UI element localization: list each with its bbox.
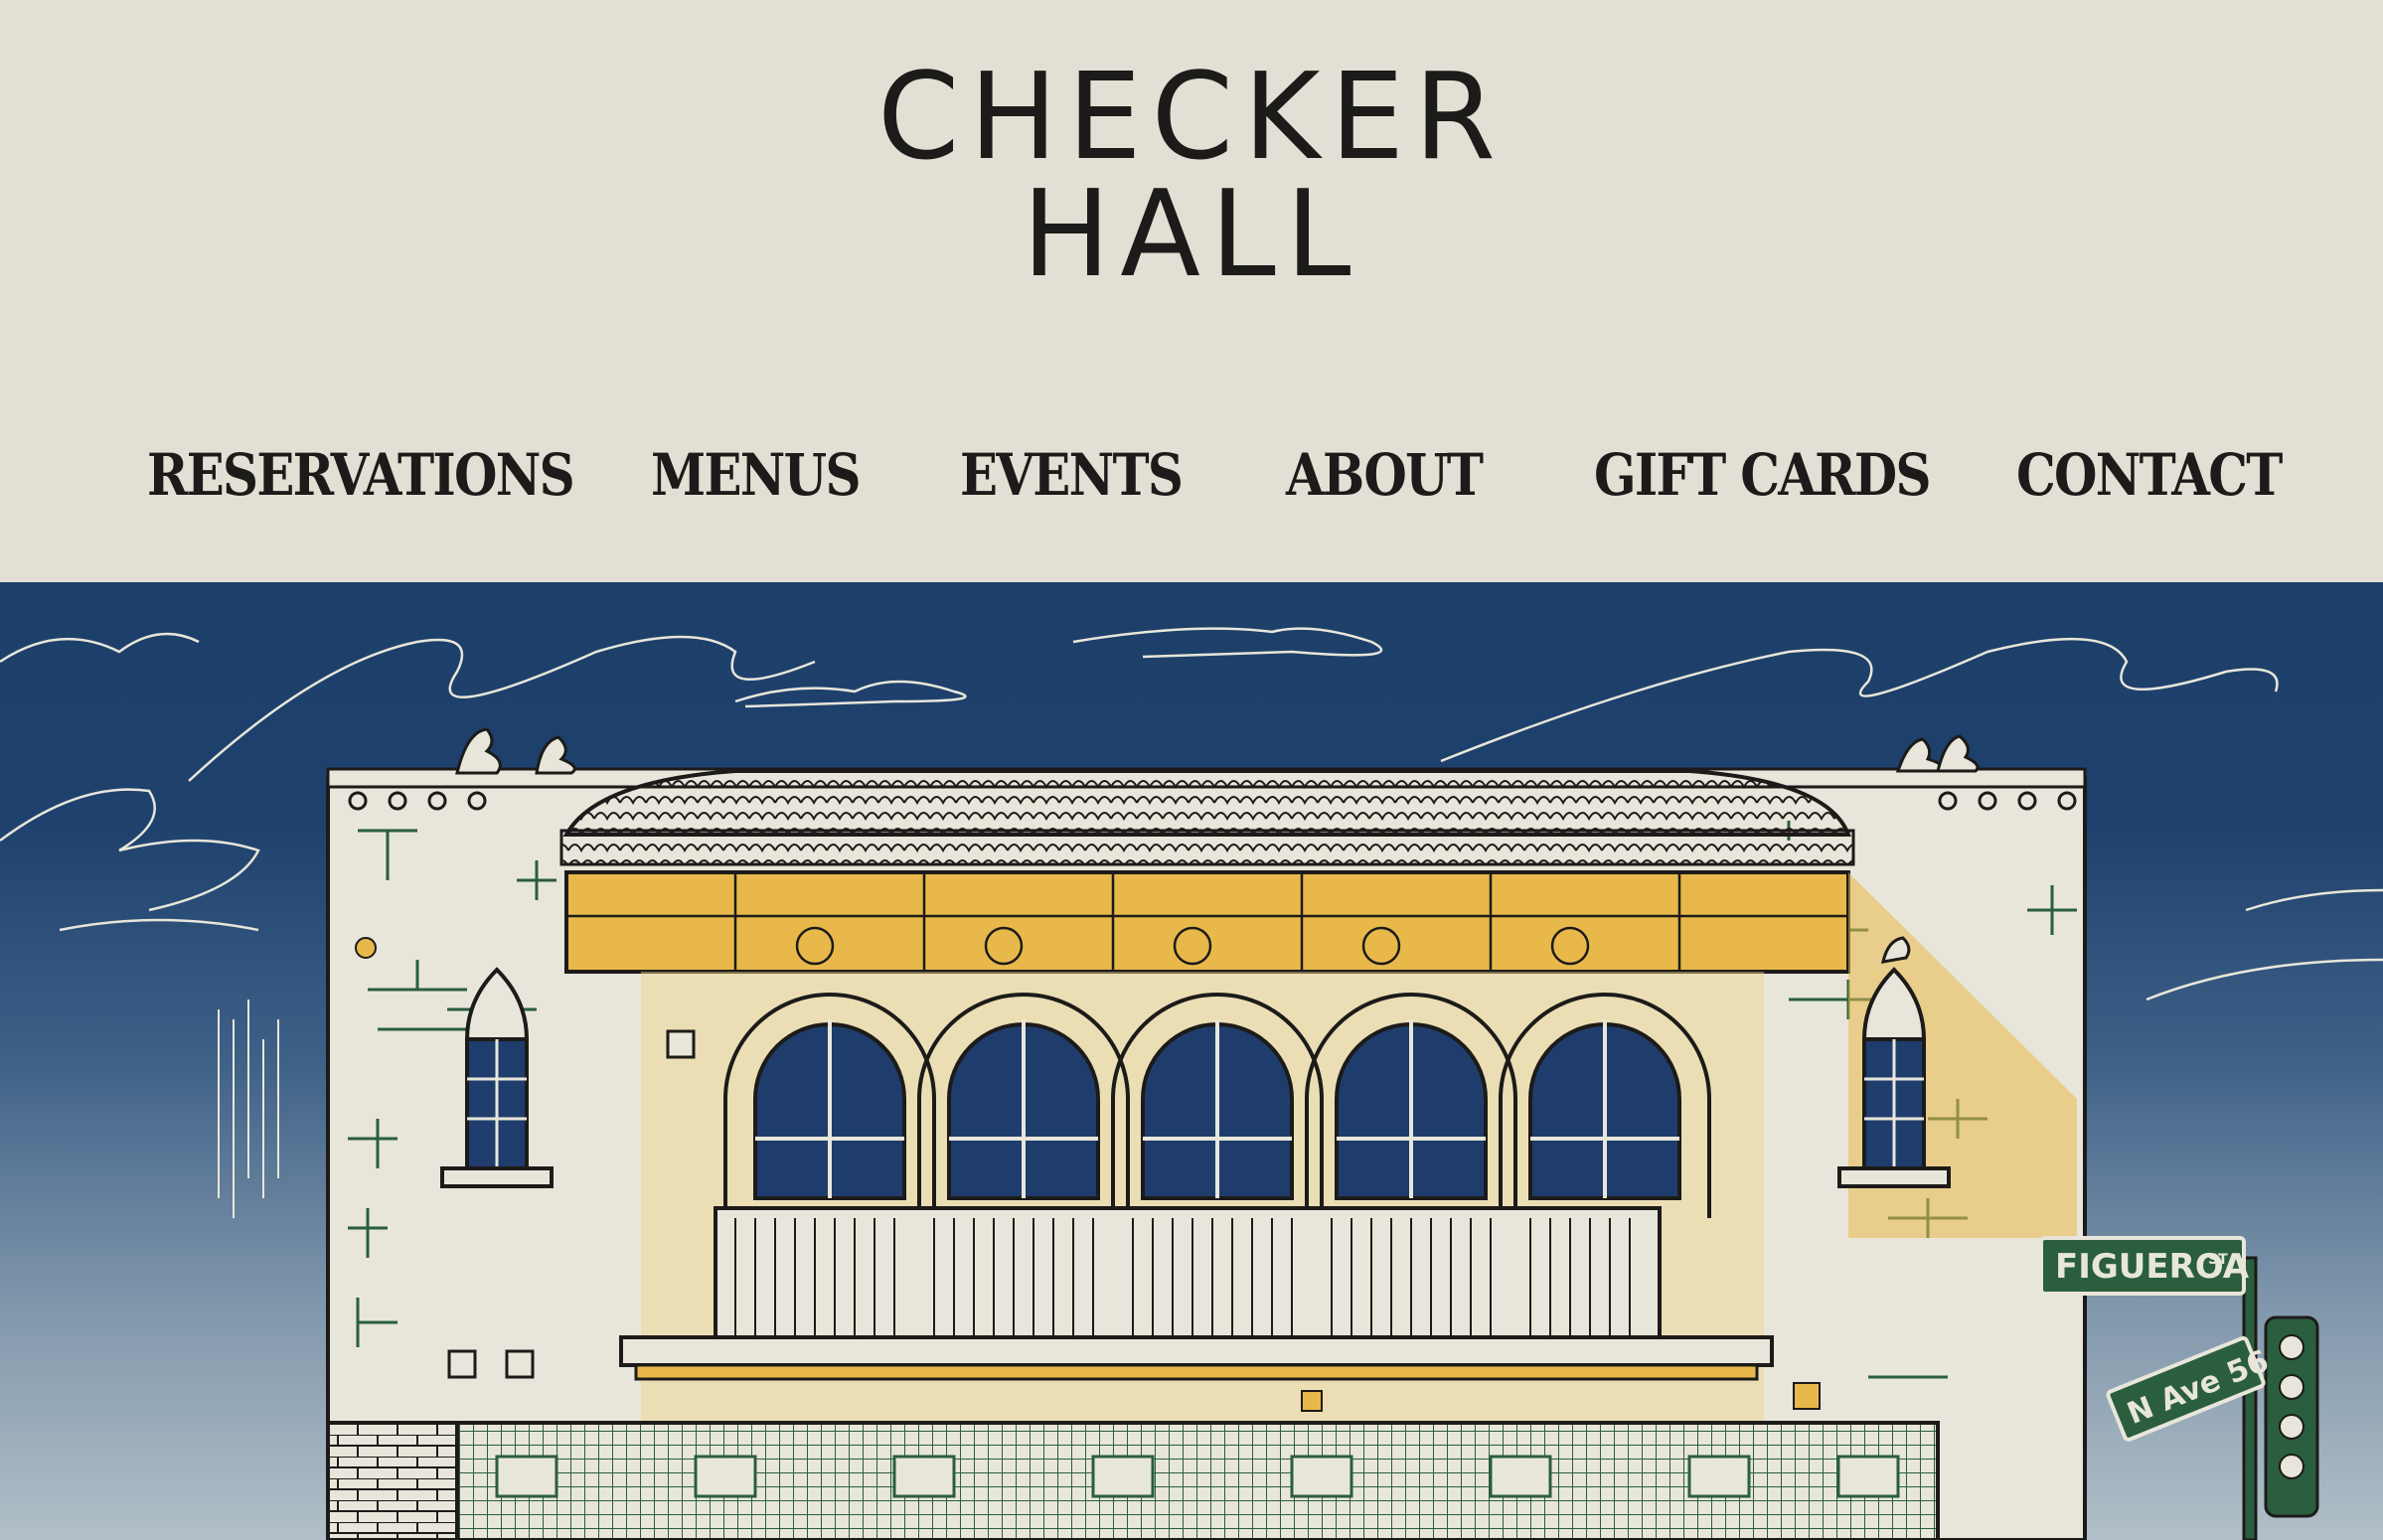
- nav-item-contact[interactable]: CONTACT: [2016, 435, 2283, 515]
- balcony-railing: [714, 1206, 1662, 1339]
- building-illustration: FIGUEROA ST N Ave 56: [0, 582, 2383, 1540]
- site-header: CHECKER HALL RESERVATIONS MENUS EVENTS A…: [0, 0, 2383, 582]
- brick-pillar: [326, 1421, 459, 1540]
- logo-line-2: HALL: [1022, 163, 1361, 304]
- nav-item-menus[interactable]: MENUS: [651, 435, 861, 515]
- nav-item-gift-cards[interactable]: GIFT CARDS: [1594, 435, 1931, 515]
- logo-line-1: CHECKER: [877, 46, 1506, 187]
- street-sign-figueroa-suffix: ST: [2208, 1252, 2228, 1268]
- nav-item-events[interactable]: EVENTS: [960, 435, 1184, 515]
- logo[interactable]: CHECKER HALL: [0, 46, 2383, 304]
- nav-item-reservations[interactable]: RESERVATIONS: [147, 435, 575, 515]
- roof-tiles: [562, 769, 1851, 837]
- main-nav: RESERVATIONS MENUS EVENTS ABOUT GIFT CAR…: [0, 435, 2383, 515]
- figueroa-sign: FIGUEROA ST: [2039, 1236, 2250, 1296]
- hero-illustration: FIGUEROA ST N Ave 56: [0, 582, 2383, 1540]
- nav-item-about[interactable]: ABOUT: [1286, 435, 1484, 515]
